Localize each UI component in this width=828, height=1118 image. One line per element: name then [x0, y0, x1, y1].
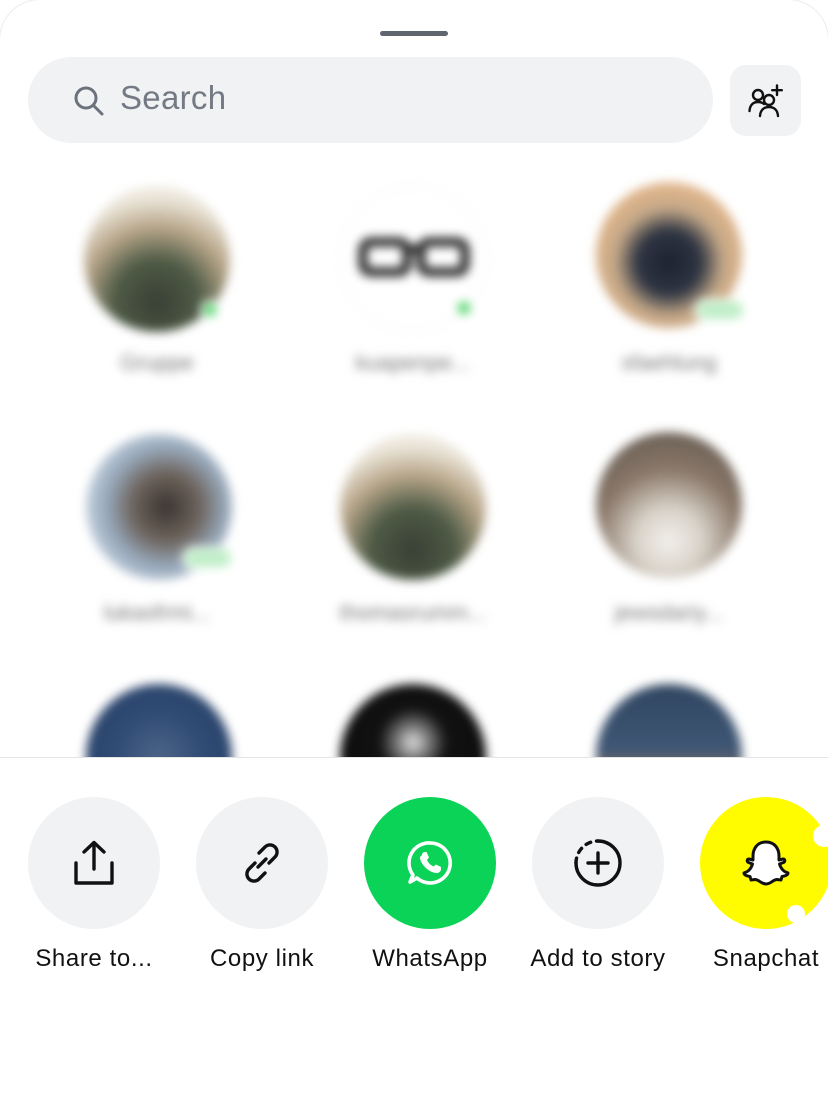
add-story-icon	[574, 839, 622, 887]
snapchat-button[interactable]	[700, 797, 828, 929]
search-bar[interactable]: Search	[28, 57, 713, 143]
contact-name: kuapenpe...	[355, 350, 471, 375]
contact-name: jewsdariy...	[614, 600, 724, 625]
snapchat-badge-dot	[787, 905, 805, 923]
contact-name: Gruppe	[120, 350, 194, 375]
snapchat-label: Snapchat	[712, 945, 820, 972]
share-to-button[interactable]	[28, 797, 160, 929]
online-indicator	[182, 546, 234, 570]
online-indicator	[694, 298, 746, 322]
share-to-label: Share to...	[35, 945, 153, 972]
contacts-grid: Gruppe kuapenpe... sfaehlung lukasfrmi..…	[0, 170, 828, 830]
link-icon	[245, 843, 279, 883]
online-indicator	[454, 298, 474, 318]
copy-link-label: Copy link	[209, 945, 315, 972]
search-icon	[74, 86, 104, 116]
search-input[interactable]: Search	[120, 79, 226, 117]
avatar	[340, 434, 486, 580]
snapchat-icon	[742, 840, 790, 886]
share-sheet: Search Gruppe kuapenpe... sfaehlung luka…	[0, 0, 828, 1118]
add-people-icon	[747, 83, 783, 117]
snapchat-badge-dot	[813, 825, 828, 847]
whatsapp-icon	[407, 841, 452, 885]
sheet-grabber[interactable]	[380, 31, 448, 36]
share-icon	[74, 840, 114, 885]
contact-name: sfaehlung	[621, 350, 717, 375]
add-to-story-button[interactable]	[532, 797, 664, 929]
whatsapp-label: WhatsApp	[372, 945, 488, 972]
whatsapp-button[interactable]	[364, 797, 496, 929]
online-indicator	[200, 300, 220, 320]
copy-link-button[interactable]	[196, 797, 328, 929]
contact-name: lukasfrmi...	[103, 600, 211, 625]
add-people-button[interactable]	[730, 65, 801, 136]
add-to-story-label: Add to story	[530, 945, 666, 972]
avatar	[596, 432, 742, 578]
contact-name: thomasrumm...	[339, 600, 487, 625]
